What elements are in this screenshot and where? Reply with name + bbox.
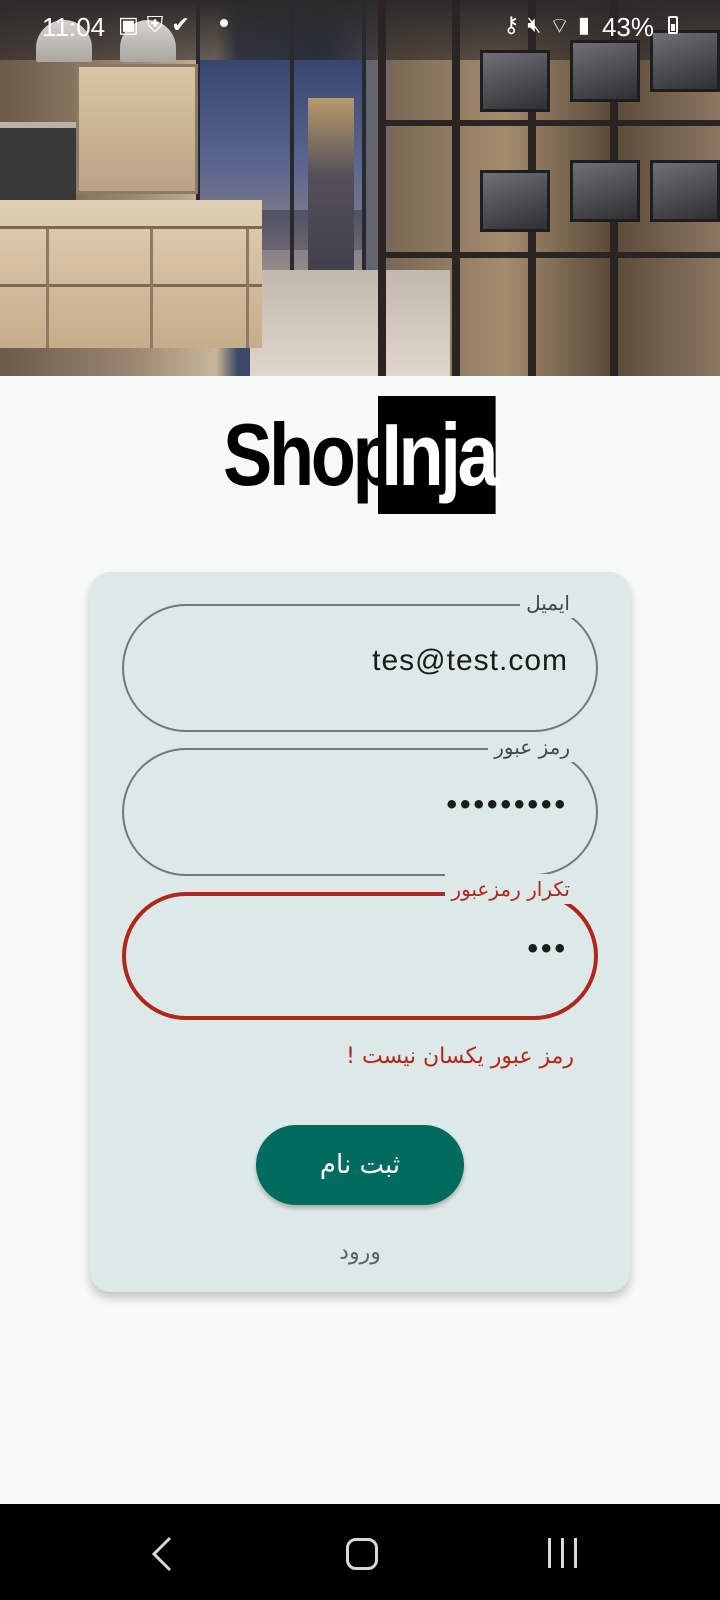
battery-level: 43%	[601, 12, 654, 42]
password-field[interactable]: رمز عبور •••••••••	[122, 732, 598, 876]
battery-icon	[668, 16, 678, 34]
signal-icon: ▮	[577, 12, 590, 37]
navigation-bar	[0, 1504, 720, 1600]
home-icon[interactable]	[346, 1538, 378, 1570]
password-value: •••••••••	[446, 788, 568, 821]
signup-card: ایمیل tes@test.com رمز عبور ••••••••• تک…	[90, 572, 630, 1292]
email-label: ایمیل	[520, 588, 576, 618]
confirm-password-label: تکرار رمزعبور	[445, 874, 576, 904]
mute-icon: 🔇︎	[527, 12, 542, 37]
more-notifications-dot-icon	[220, 19, 228, 27]
logo-text-shop: Shop	[223, 405, 398, 504]
status-time: 11:04	[42, 12, 106, 42]
confirm-password-value: •••	[527, 932, 568, 965]
signup-screen: 11:04 ▣ ⛨ ✔ ⚷ 🔇︎ ⌔ ▮ 43% Shop Inja ایمیل…	[0, 0, 720, 1600]
recent-apps-icon[interactable]	[548, 1538, 577, 1568]
password-label: رمز عبور	[488, 732, 576, 762]
signup-button[interactable]: ثبت نام	[256, 1125, 464, 1205]
password-mismatch-error: رمز عبور یکسان نیست !	[346, 1044, 574, 1069]
shopinja-logo: Shop Inja	[223, 396, 518, 514]
confirm-password-field[interactable]: تکرار رمزعبور •••	[122, 874, 598, 1020]
back-icon[interactable]	[150, 1536, 174, 1572]
login-link[interactable]: ورود	[90, 1240, 630, 1265]
shield-notification-icon: ⛨	[146, 12, 164, 37]
check-notification-icon: ✔	[171, 12, 190, 37]
email-field[interactable]: ایمیل tes@test.com	[122, 588, 598, 732]
gallery-notification-icon: ▣	[118, 12, 139, 37]
hero-image	[0, 0, 720, 376]
wifi-icon: ⌔	[549, 13, 570, 38]
vpn-key-icon: ⚷	[503, 12, 520, 37]
status-bar: 11:04 ▣ ⛨ ✔ ⚷ 🔇︎ ⌔ ▮ 43%	[0, 0, 720, 52]
logo-text-inja: Inja	[378, 396, 499, 514]
email-value: tes@test.com	[372, 644, 568, 677]
